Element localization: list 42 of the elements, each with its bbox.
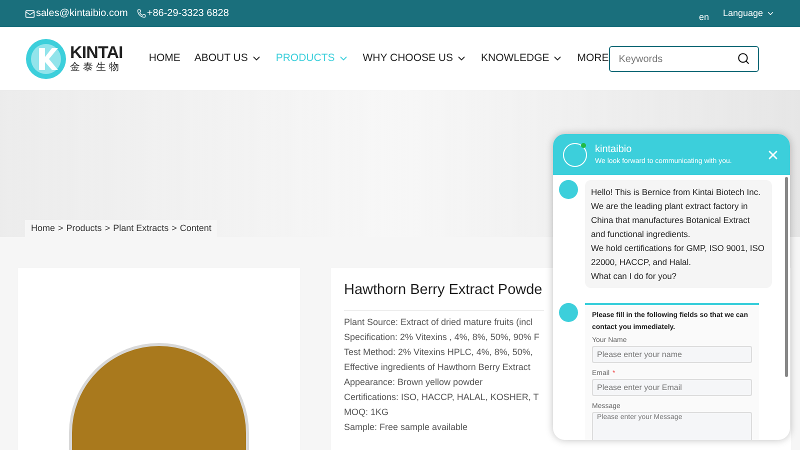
message-line: We are the leading plant extract factory in China that manufactures Botanical Extract and functional ingredients. (591, 200, 751, 241)
product-title: Hawthorn Berry Extract Powde (344, 281, 542, 300)
phone-number: +86-29-3323 6828 (146, 7, 229, 21)
input-field[interactable]: Please enter your Email (592, 379, 752, 396)
scrollbar[interactable] (785, 177, 788, 377)
breadcrumb-link[interactable]: Home (31, 222, 56, 236)
breadcrumb-separator: > (104, 222, 110, 235)
logo-subtitle: 金泰生物 (70, 63, 123, 73)
product-detail: Plant Source: Extract of dried mature fruits (incl (344, 316, 533, 329)
logo-icon (25, 38, 67, 80)
product-detail: Certifications: ISO, HACCP, HALAL, KOSHER, T (344, 390, 539, 404)
breadcrumb-link[interactable]: Products (66, 222, 102, 236)
breadcrumb-separator: > (58, 222, 64, 235)
language-selector[interactable]: Language (722, 6, 775, 20)
breadcrumb-link[interactable]: Plant Extracts (113, 222, 169, 236)
search-field[interactable]: Keywords (608, 46, 759, 72)
product-detail: MOQ: 1KG (344, 406, 389, 419)
nav-item[interactable]: ABOUT US (194, 50, 262, 66)
nav-item[interactable]: WHY CHOOSE US (362, 50, 467, 66)
language-code[interactable]: en (698, 10, 709, 24)
agent-name: kintaibio (595, 142, 633, 156)
nav-item[interactable]: MORE (577, 50, 609, 66)
message-line: We hold certifications for GMP, ISO 9001, ISO 22000, HACCP, and Halal. (591, 242, 766, 269)
agent-avatar (559, 180, 578, 199)
product-detail: Test Method: 2% Vitexins HPLC, 4%, 8%, 50%, (344, 346, 533, 359)
search-icon[interactable] (737, 52, 750, 64)
nav-item[interactable]: KNOWLEDGE (481, 50, 564, 66)
caret-icon (766, 9, 775, 18)
breadcrumb-separator: > (172, 222, 177, 235)
nav-item[interactable]: HOME (148, 50, 180, 66)
message-line: Hello! This is Bernice from Kintai Biotech Inc. (591, 186, 762, 199)
product-detail: Appearance: Brown yellow powder (344, 376, 483, 389)
agent-avatar (559, 303, 578, 322)
product-detail: Specification: 2% Vitexins , 4%, 8%, 50%, 90% F (344, 330, 540, 344)
message-line: What can I do for you? (591, 270, 678, 283)
email-link[interactable]: sales@kintaibio.com (36, 6, 128, 21)
logo-wordmark: KINTAI (70, 44, 123, 61)
mail-icon (25, 8, 35, 18)
phone-icon (136, 9, 146, 18)
product-detail: Sample: Free sample available (344, 420, 468, 434)
product-detail: Effective ingredients of Hawthorn Berry Extract (344, 360, 530, 374)
input-field[interactable]: Please enter your name (592, 346, 752, 363)
